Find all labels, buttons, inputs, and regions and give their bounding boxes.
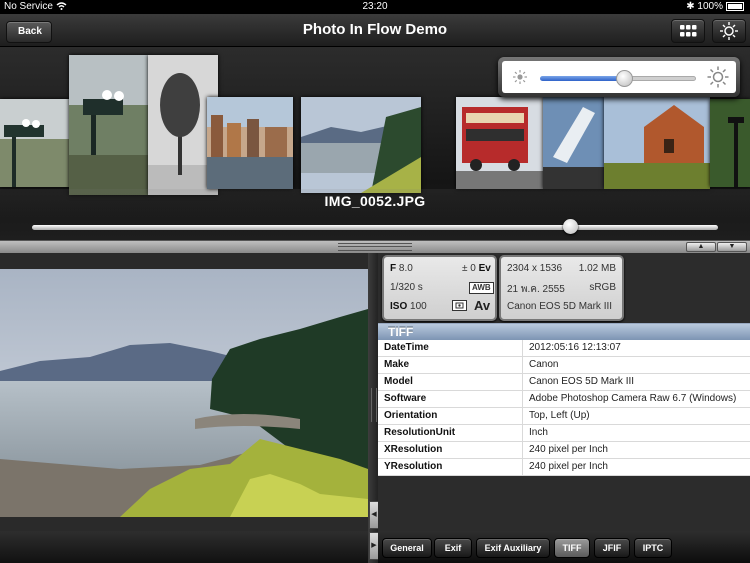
triangle-right-icon: ▶ — [371, 542, 377, 549]
cover-thumbnail[interactable] — [456, 97, 544, 189]
metadata-pane: F 8.0 ± 0 Ev 1/320 s AWB ISO 100 Av 2304… — [378, 253, 750, 531]
aperture: F 8.0 — [390, 263, 413, 274]
white-balance-badge: AWB — [469, 282, 494, 294]
shooting-mode: Av — [474, 298, 491, 313]
grid-icon — [680, 25, 697, 37]
brightness-track[interactable] — [626, 76, 696, 81]
tab-exif[interactable]: Exif — [434, 538, 472, 558]
sun-large-icon — [707, 66, 729, 88]
table-row: Orientation Top, Left (Up) — [378, 407, 750, 425]
cover-thumbnail[interactable] — [69, 55, 149, 195]
brightness-panel — [502, 61, 736, 93]
tab-exif-auxiliary[interactable]: Exif Auxiliary — [476, 538, 550, 558]
metadata-value: Top, Left (Up) — [522, 407, 750, 425]
table-row: Software Adobe Photoshop Camera Raw 6.7 (… — [378, 390, 750, 408]
metadata-key: Make — [378, 356, 523, 374]
exposure-compensation: ± 0 Ev — [462, 263, 491, 274]
metadata-key: Software — [378, 390, 523, 408]
color-space: sRGB — [589, 282, 616, 293]
cover-thumbnail[interactable] — [543, 97, 605, 189]
battery-indicator: ✱ 100% — [686, 0, 744, 14]
table-row: ResolutionUnit Inch — [378, 424, 750, 442]
triangle-left-icon: ◀ — [371, 511, 377, 518]
metadata-key: ResolutionUnit — [378, 424, 523, 442]
sun-small-icon — [513, 70, 527, 84]
metadata-key: YResolution — [378, 458, 523, 476]
table-row: Make Canon — [378, 356, 750, 374]
cover-thumbnail[interactable] — [301, 97, 421, 193]
tab-iptc[interactable]: IPTC — [634, 538, 672, 558]
expand-down-button[interactable]: ▼ — [717, 242, 747, 252]
table-row: XResolution 240 pixel per Inch — [378, 441, 750, 459]
collapse-up-button[interactable]: ▲ — [686, 242, 716, 252]
brightness-slider-thumb[interactable] — [616, 70, 633, 87]
cover-thumbnail[interactable] — [207, 97, 293, 189]
tab-jfif[interactable]: JFIF — [594, 538, 630, 558]
metadata-value: Inch — [522, 424, 750, 442]
table-row: Model Canon EOS 5D Mark III — [378, 373, 750, 391]
vertical-splitter[interactable]: ◀ ▶ — [368, 253, 379, 563]
coverflow-slider-track[interactable] — [32, 225, 718, 230]
tiff-metadata-table: DateTime 2012:05:16 12:13:07 Make Canon Mode… — [378, 340, 750, 476]
metadata-key: XResolution — [378, 441, 523, 459]
triangle-up-icon: ▲ — [697, 243, 705, 250]
metadata-value: 240 pixel per Inch — [522, 458, 750, 476]
photo-preview[interactable] — [0, 269, 368, 517]
shutter-speed: 1/320 s — [390, 282, 423, 293]
metadata-value: 240 pixel per Inch — [522, 441, 750, 459]
sun-icon — [720, 22, 738, 40]
table-row: DateTime 2012:05:16 12:13:07 — [378, 340, 750, 357]
brightness-popover — [498, 57, 740, 97]
metadata-value: Canon — [522, 356, 750, 374]
photo-filename: IMG_0052.JPG — [324, 193, 426, 209]
brightness-button[interactable] — [712, 19, 746, 43]
splitter-grip[interactable] — [338, 243, 412, 251]
table-row: YResolution 240 pixel per Inch — [378, 458, 750, 476]
iso: ISO 100 — [390, 301, 427, 312]
tab-general[interactable]: General — [382, 538, 432, 558]
image-dimensions: 2304 x 1536 — [507, 263, 563, 274]
metadata-key: DateTime — [378, 340, 523, 357]
metadata-value: Canon EOS 5D Mark III — [522, 373, 750, 391]
coverflow-slider-thumb[interactable] — [563, 219, 578, 234]
cover-thumbnail[interactable] — [710, 99, 750, 187]
clock: 23:20 — [362, 1, 388, 12]
camera-model: Canon EOS 5D Mark III — [507, 301, 613, 312]
metadata-tab-bar: General Exif Exif Auxiliary TIFF JFIF IP… — [378, 531, 750, 563]
preview-toolbar — [0, 531, 368, 563]
photo-preview-pane — [0, 253, 368, 531]
metadata-value: 2012:05:16 12:13:07 — [522, 340, 750, 357]
tab-tiff[interactable]: TIFF — [554, 538, 590, 558]
bluetooth-icon: ✱ — [686, 1, 695, 12]
brightness-track-fill[interactable] — [540, 76, 626, 81]
cover-thumbnail[interactable] — [604, 97, 710, 189]
metadata-value: Adobe Photoshop Camera Raw 6.7 (Windows) — [522, 390, 750, 408]
grid-view-button[interactable] — [671, 19, 705, 43]
navigation-bar: Back Photo In Flow Demo — [0, 14, 750, 47]
cover-thumbnail[interactable] — [0, 99, 70, 187]
exposure-card: F 8.0 ± 0 Ev 1/320 s AWB ISO 100 Av — [382, 255, 497, 321]
triangle-down-icon: ▼ — [728, 243, 736, 250]
capture-date: 21 พ.ค. 2555 — [507, 284, 565, 295]
metadata-key: Model — [378, 373, 523, 391]
metering-icon — [452, 300, 467, 314]
status-bar: No Service 23:20 ✱ 100% — [0, 0, 750, 14]
page-title: Photo In Flow Demo — [302, 21, 448, 38]
image-info-card: 2304 x 1536 1.02 MB 21 พ.ค. 2555 sRGB Ca… — [499, 255, 624, 321]
horizontal-splitter[interactable]: ▲ ▼ — [0, 240, 750, 254]
section-header: TIFF — [378, 323, 750, 340]
file-size: 1.02 MB — [578, 263, 616, 274]
metadata-key: Orientation — [378, 407, 523, 425]
battery-icon — [726, 1, 744, 11]
splitter-grip[interactable] — [371, 388, 377, 422]
